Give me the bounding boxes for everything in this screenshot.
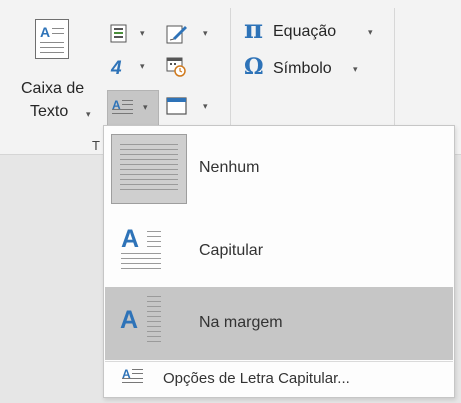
menu-item-label: Nenhum — [199, 159, 260, 176]
menu-item-label: Na margem — [199, 314, 283, 331]
drop-cap-options-icon: A — [122, 367, 143, 383]
chevron-down-icon: ▾ — [203, 28, 208, 38]
chevron-down-icon: ▾ — [140, 28, 145, 38]
chevron-down-icon: ▾ — [368, 27, 373, 37]
quick-parts-button[interactable]: ▾ — [107, 22, 159, 46]
dropcap-none-icon — [111, 134, 187, 204]
date-time-icon — [166, 57, 186, 77]
object-icon — [166, 97, 187, 115]
drop-cap-button[interactable]: A ▾ — [107, 90, 159, 126]
symbol-button[interactable]: Ω Símbolo ▾ — [238, 54, 383, 83]
drop-cap-options-item[interactable]: A Opções de Letra Capitular... — [105, 362, 453, 396]
svg-text:4: 4 — [110, 58, 122, 78]
chevron-down-icon: ▾ — [353, 64, 358, 74]
signature-line-button[interactable]: ▾ — [165, 22, 217, 46]
text-box-label-line1: Caixa de — [21, 80, 85, 97]
text-box-icon-letter: A — [40, 24, 51, 40]
date-time-button[interactable] — [165, 55, 195, 79]
dropcap-letter: A — [121, 225, 140, 253]
symbol-label: Símbolo — [273, 60, 332, 77]
omega-icon: Ω — [244, 54, 264, 80]
signature-line-icon — [166, 25, 187, 44]
chevron-down-icon: ▾ — [140, 61, 145, 71]
chevron-down-icon: ▾ — [203, 101, 208, 111]
text-box-button[interactable]: A Caixa de Texto ▾ — [14, 10, 96, 136]
text-box-icon: A — [35, 19, 69, 59]
drop-cap-icon: A — [112, 98, 133, 114]
equation-label: Equação — [273, 23, 337, 40]
menu-item-dropped[interactable]: A Capitular — [105, 212, 453, 288]
text-box-label-line2: Texto — [30, 103, 69, 120]
dropcap-margin-icon: A — [111, 288, 187, 358]
object-button[interactable]: ▾ — [165, 92, 217, 122]
menu-item-in-margin[interactable]: A Na margem — [105, 287, 453, 360]
wordart-icon: 4 — [110, 58, 122, 78]
quick-parts-icon — [110, 24, 127, 43]
pi-icon: π — [244, 15, 264, 45]
wordart-button[interactable]: 4 ▾ — [107, 55, 159, 79]
chevron-down-icon: ▾ — [86, 109, 91, 119]
drop-cap-menu: Nenhum A Capitular A Na margem A Opções … — [103, 125, 455, 398]
group-label: T — [92, 138, 100, 153]
menu-item-none[interactable]: Nenhum — [105, 127, 453, 213]
dropcap-dropped-icon: A — [111, 215, 187, 285]
menu-item-label: Capitular — [199, 242, 264, 259]
drop-cap-options-label: Opções de Letra Capitular... — [163, 370, 350, 387]
dropcap-letter: A — [120, 306, 139, 334]
equation-button[interactable]: π Equação ▾ — [238, 15, 383, 46]
chevron-down-icon: ▾ — [143, 102, 148, 112]
